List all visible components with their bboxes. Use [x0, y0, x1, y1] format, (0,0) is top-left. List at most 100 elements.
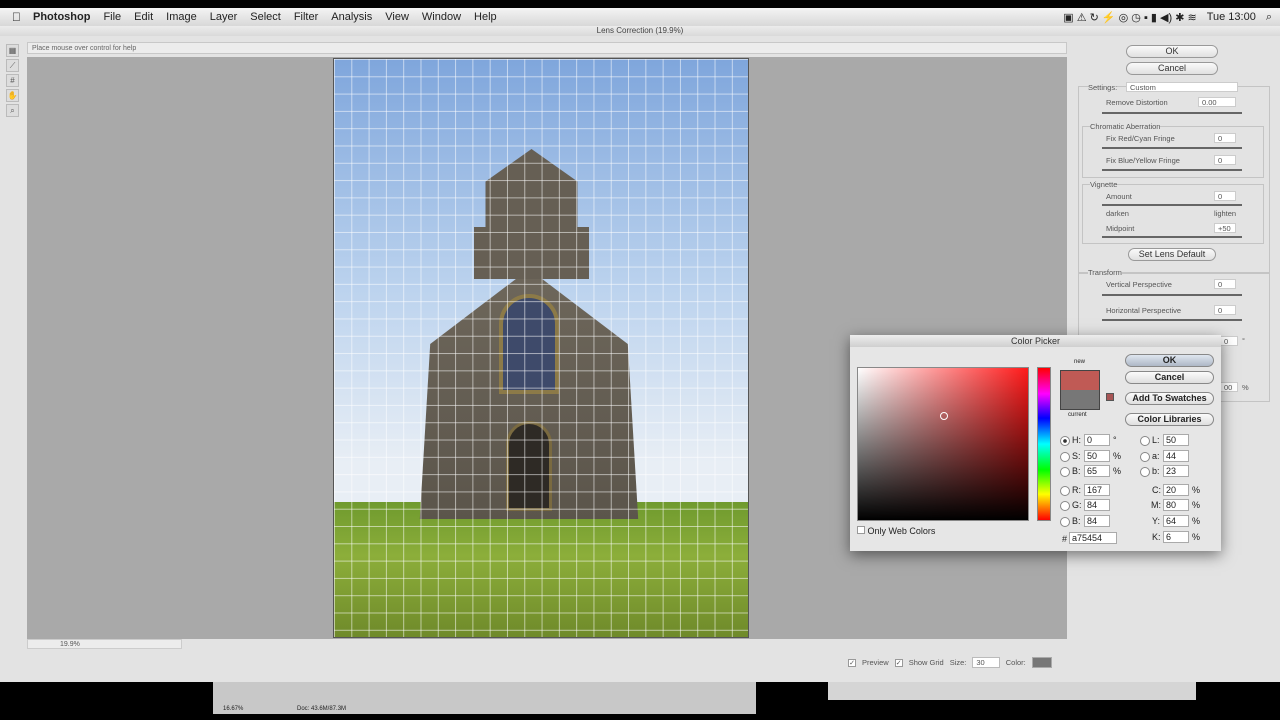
midpoint-field[interactable]: +50 [1214, 223, 1236, 233]
angle-unit: ° [1242, 336, 1245, 345]
menu-app[interactable]: Photoshop [33, 11, 90, 23]
horizontal-perspective-field[interactable]: 0 [1214, 305, 1236, 315]
settings-select[interactable]: Custom [1126, 82, 1238, 92]
grid-tool-icon[interactable]: # [6, 74, 19, 87]
preview-checkbox[interactable]: ✓ [848, 658, 856, 667]
menu-image[interactable]: Image [166, 11, 197, 23]
c-field[interactable]: 20 [1163, 484, 1189, 496]
horizontal-perspective-slider[interactable] [1102, 319, 1242, 321]
menu-select[interactable]: Select [250, 11, 281, 23]
doc-info: Doc: 43.6M/87.3M [297, 706, 347, 712]
h-radio[interactable] [1060, 435, 1070, 446]
zoom-tool-icon[interactable]: ⌕ [6, 104, 19, 117]
blue-field[interactable]: 84 [1084, 515, 1110, 527]
remove-distortion-field[interactable]: 0.00 [1198, 97, 1236, 107]
show-grid-checkbox[interactable]: ✓ [894, 658, 903, 667]
red-cyan-label: Fix Red/Cyan Fringe [1106, 134, 1175, 143]
k-unit: % [1192, 532, 1201, 542]
hand-tool-icon[interactable]: ✋ [6, 89, 19, 102]
blue-radio[interactable] [1060, 516, 1070, 527]
l-radio[interactable] [1140, 435, 1150, 446]
vertical-perspective-slider[interactable] [1102, 294, 1242, 296]
amount-field[interactable]: 0 [1214, 191, 1236, 201]
straighten-tool-icon[interactable]: ⟋ [6, 59, 19, 72]
cancel-button[interactable]: Cancel [1125, 371, 1214, 384]
menu-view[interactable]: View [385, 11, 409, 23]
current-color[interactable] [1061, 390, 1099, 409]
r-field[interactable]: 167 [1084, 484, 1110, 496]
add-to-swatches-button[interactable]: Add To Swatches [1125, 392, 1214, 405]
lab-b-field[interactable]: 23 [1163, 465, 1189, 477]
settings-label: Settings: [1088, 83, 1118, 92]
menu-help[interactable]: Help [474, 11, 497, 23]
lab-b-radio[interactable] [1140, 466, 1150, 477]
color-picker-title: Color Picker [850, 335, 1221, 347]
angle-field[interactable]: 0 [1220, 336, 1238, 346]
help-text: Place mouse over control for help [27, 42, 1067, 54]
red-cyan-slider[interactable] [1102, 147, 1242, 149]
remove-distortion-slider[interactable] [1102, 112, 1242, 114]
ok-button[interactable]: OK [1126, 45, 1218, 58]
a-field[interactable]: 44 [1163, 450, 1189, 462]
color-cursor[interactable] [940, 412, 948, 420]
menu-filter[interactable]: Filter [294, 11, 318, 23]
clock[interactable]: Tue 13:00 [1207, 11, 1256, 23]
a-radio[interactable] [1140, 451, 1150, 462]
g-field[interactable]: 84 [1084, 499, 1110, 511]
color-label: Color: [1005, 658, 1026, 667]
midpoint-slider[interactable] [1102, 236, 1242, 238]
grid-color-swatch[interactable] [1031, 657, 1052, 668]
set-lens-default-button[interactable]: Set Lens Default [1128, 248, 1216, 261]
s-field[interactable]: 50 [1084, 450, 1110, 462]
b-field[interactable]: 65 [1084, 465, 1110, 477]
color-libraries-button[interactable]: Color Libraries [1125, 413, 1214, 426]
spotlight-icon[interactable]: ⌕ [1266, 11, 1272, 24]
l-field[interactable]: 50 [1163, 434, 1189, 446]
scale-unit: % [1242, 383, 1249, 392]
b-radio[interactable] [1060, 466, 1070, 477]
new-label: new [1074, 359, 1086, 365]
blue-yellow-field[interactable]: 0 [1214, 155, 1236, 165]
m-field[interactable]: 80 [1163, 499, 1189, 511]
status-icons[interactable]: ▣ ⚠ ↻ ⚡ ◎ ◷ ▪ ▮ ◀) ✱ ≋ [1063, 11, 1196, 24]
vertical-perspective-field[interactable]: 0 [1214, 279, 1236, 289]
lighten-label: lighten [1214, 209, 1237, 218]
menu-layer[interactable]: Layer [210, 11, 238, 23]
horizontal-perspective-label: Horizontal Perspective [1106, 306, 1182, 315]
g-radio[interactable] [1060, 500, 1070, 511]
menu-analysis[interactable]: Analysis [331, 11, 372, 23]
menu-file[interactable]: File [103, 11, 121, 23]
k-field[interactable]: 6 [1163, 531, 1189, 543]
remove-distortion-tool-icon[interactable]: ▦ [6, 44, 19, 57]
menu-edit[interactable]: Edit [134, 11, 153, 23]
blue-yellow-slider[interactable] [1102, 169, 1242, 171]
y-field[interactable]: 64 [1163, 515, 1189, 527]
toolbox: ▦ ⟋ # ✋ ⌕ [6, 44, 22, 119]
r-radio[interactable] [1060, 485, 1070, 496]
scale-field[interactable]: 00 [1220, 382, 1238, 392]
menu-window[interactable]: Window [422, 11, 461, 23]
doc-zoom[interactable]: 16.67% [223, 706, 243, 712]
ok-button[interactable]: OK [1125, 354, 1214, 367]
grid-size-field[interactable]: 30 [972, 657, 1000, 668]
web-safe-warning-icon[interactable] [1106, 393, 1114, 401]
b-unit: % [1113, 466, 1122, 476]
s-radio[interactable] [1060, 451, 1070, 462]
h-unit: ° [1113, 435, 1117, 445]
only-web-colors-checkbox[interactable] [857, 526, 865, 534]
current-label: current [1068, 412, 1087, 418]
new-color [1061, 371, 1099, 390]
amount-slider[interactable] [1102, 204, 1242, 206]
h-field[interactable]: 0 [1084, 434, 1110, 446]
midpoint-label: Midpoint [1106, 224, 1135, 233]
color-picker-dialog: Color Picker new current OK Cancel Add T… [850, 335, 1221, 551]
hue-slider[interactable] [1037, 367, 1051, 521]
menu-bar:  Photoshop File Edit Image Layer Select… [0, 8, 1280, 26]
cancel-button[interactable]: Cancel [1126, 62, 1218, 75]
apple-icon[interactable]:  [12, 10, 21, 24]
hex-field[interactable]: a75454 [1069, 532, 1117, 544]
m-unit: % [1192, 500, 1201, 510]
zoom-level[interactable]: 19.9% [27, 639, 182, 649]
color-field[interactable] [857, 367, 1029, 521]
red-cyan-field[interactable]: 0 [1214, 133, 1236, 143]
